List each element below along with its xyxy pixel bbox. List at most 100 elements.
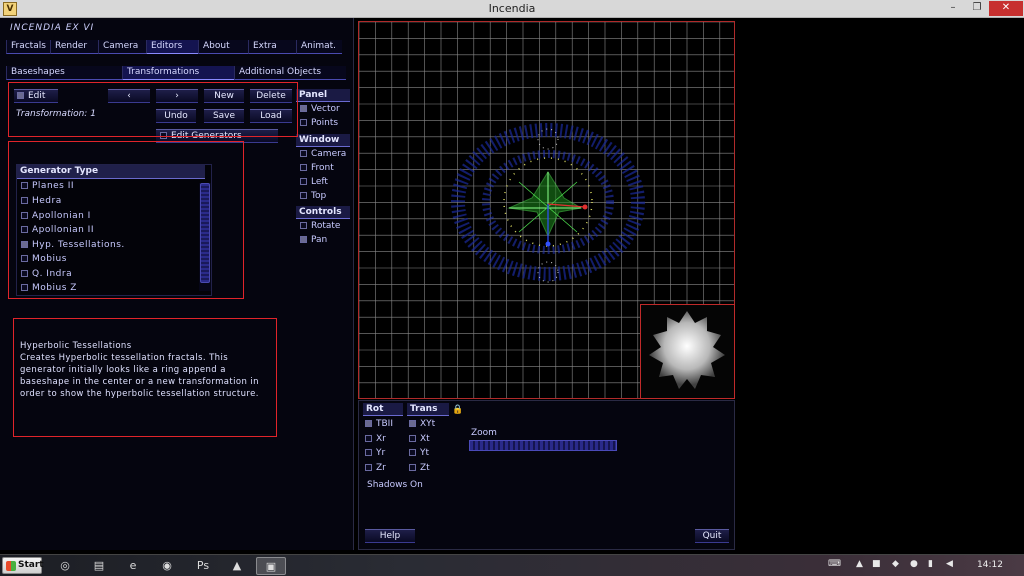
zr-checkbox[interactable]: [365, 464, 372, 471]
points-checkbox[interactable]: [300, 119, 307, 126]
list-item-label: Mobius Z: [32, 283, 77, 293]
lock-icon[interactable]: 🔒: [452, 405, 463, 415]
yt-checkbox[interactable]: [409, 449, 416, 456]
nvidia-icon[interactable]: ■: [872, 559, 881, 569]
yr-checkbox[interactable]: [365, 449, 372, 456]
volume-icon[interactable]: ◀: [946, 559, 953, 569]
list-item[interactable]: Mobius: [21, 254, 67, 264]
generator-type-list[interactable]: Generator Type Planes II Hedra Apollonia…: [16, 164, 212, 296]
list-item-checkbox[interactable]: [21, 226, 28, 233]
security-shield-icon[interactable]: ◆: [892, 559, 899, 569]
help-button[interactable]: Help: [365, 529, 415, 543]
edit-toggle[interactable]: Edit: [14, 89, 58, 103]
list-item[interactable]: Planes II: [21, 181, 74, 191]
zoom-slider[interactable]: [469, 440, 617, 451]
top-view-toggle[interactable]: Top: [300, 191, 326, 201]
firefox-icon[interactable]: ◉: [152, 557, 182, 575]
list-item[interactable]: Apollonian II: [21, 225, 94, 235]
notification-icon[interactable]: ●: [910, 559, 918, 569]
list-item-checkbox[interactable]: [21, 284, 28, 291]
pan-toggle[interactable]: Pan: [300, 235, 327, 245]
list-item[interactable]: Q. Indra: [21, 269, 72, 279]
vector-toggle[interactable]: Vector: [300, 104, 340, 114]
tab-additional-objects[interactable]: Additional Objects: [234, 66, 346, 80]
maximize-button[interactable]: ❐: [966, 1, 988, 16]
list-item[interactable]: Hyp. Tessellations.: [21, 240, 125, 250]
zt-checkbox[interactable]: [409, 464, 416, 471]
tab-baseshapes[interactable]: Baseshapes: [6, 66, 122, 80]
undo-button[interactable]: Undo: [156, 109, 196, 123]
pan-label: Pan: [311, 235, 328, 245]
start-button[interactable]: Start: [2, 557, 44, 574]
list-item-checkbox[interactable]: [21, 197, 28, 204]
shadows-status: Shadows On: [367, 480, 423, 490]
vector-checkbox[interactable]: [300, 105, 307, 112]
network-icon[interactable]: ▮: [928, 559, 933, 569]
yr-toggle[interactable]: Yr: [365, 448, 385, 458]
internet-explorer-icon[interactable]: e: [118, 557, 148, 575]
xr-toggle[interactable]: Xr: [365, 434, 386, 444]
xyt-toggle[interactable]: XYt: [409, 419, 435, 429]
transformation-index: Transformation: 1: [16, 109, 96, 119]
front-view-toggle[interactable]: Front: [300, 163, 334, 173]
yt-toggle[interactable]: Yt: [409, 448, 429, 458]
new-button[interactable]: New: [204, 89, 244, 103]
xr-checkbox[interactable]: [365, 435, 372, 442]
list-item-checkbox[interactable]: [21, 182, 28, 189]
list-item[interactable]: Apollonian I: [21, 211, 91, 221]
close-button[interactable]: ✕: [989, 1, 1023, 16]
list-item[interactable]: Mobius Z: [21, 283, 77, 293]
tab-render[interactable]: Render: [50, 40, 98, 54]
front-view-checkbox[interactable]: [300, 164, 307, 171]
render-preview[interactable]: [640, 304, 735, 399]
tbii-checkbox[interactable]: [365, 420, 372, 427]
minimize-button[interactable]: –: [942, 1, 964, 16]
tab-about[interactable]: About: [198, 40, 248, 54]
xyt-checkbox[interactable]: [409, 420, 416, 427]
rotate-toggle[interactable]: Rotate: [300, 221, 340, 231]
list-item-checkbox[interactable]: [21, 241, 28, 248]
zr-toggle[interactable]: Zr: [365, 463, 386, 473]
edit-generators-toggle[interactable]: Edit Generators: [156, 129, 278, 143]
tab-fractals[interactable]: Fractals: [6, 40, 50, 54]
points-toggle[interactable]: Points: [300, 118, 338, 128]
rotate-checkbox[interactable]: [300, 222, 307, 229]
list-item[interactable]: Hedra: [21, 196, 62, 206]
save-button[interactable]: Save: [204, 109, 244, 123]
xt-checkbox[interactable]: [409, 435, 416, 442]
quit-button[interactable]: Quit: [695, 529, 729, 543]
show-hidden-icons-icon[interactable]: ▲: [856, 559, 863, 569]
delete-button[interactable]: Delete: [250, 89, 292, 103]
top-view-checkbox[interactable]: [300, 192, 307, 199]
start-label: Start: [18, 560, 44, 570]
next-transform-button[interactable]: ›: [156, 89, 198, 103]
list-scrollbar-thumb[interactable]: [200, 183, 210, 283]
xt-toggle[interactable]: Xt: [409, 434, 430, 444]
tab-animat[interactable]: Animat.: [296, 40, 342, 54]
camera-view-checkbox[interactable]: [300, 150, 307, 157]
folder-icon[interactable]: ▤: [84, 557, 114, 575]
sub-tab-bar: Baseshapes Transformations Additional Ob…: [6, 66, 346, 80]
list-item-checkbox[interactable]: [21, 255, 28, 262]
taskbar: Start ◎ ▤ e ◉ Ps ▲ ▣ ⌨ ▲ ■ ◆ ● ▮ ◀ 14:12: [0, 554, 1024, 576]
list-item-checkbox[interactable]: [21, 270, 28, 277]
list-item-checkbox[interactable]: [21, 212, 28, 219]
tbii-toggle[interactable]: TBII: [365, 419, 393, 429]
camera-view-toggle[interactable]: Camera: [300, 149, 346, 159]
keyboard-icon[interactable]: ⌨: [828, 559, 841, 569]
tab-camera[interactable]: Camera: [98, 40, 146, 54]
load-button[interactable]: Load: [250, 109, 292, 123]
tab-transformations[interactable]: Transformations: [122, 66, 234, 80]
left-view-toggle[interactable]: Left: [300, 177, 328, 187]
left-view-checkbox[interactable]: [300, 178, 307, 185]
incendia-icon[interactable]: ▣: [256, 557, 286, 575]
tab-editors[interactable]: Editors: [146, 40, 198, 54]
paint-icon[interactable]: ▲: [222, 557, 252, 575]
zt-toggle[interactable]: Zt: [409, 463, 430, 473]
photoshop-icon[interactable]: Ps: [188, 557, 218, 575]
previous-transform-button[interactable]: ‹: [108, 89, 150, 103]
pan-checkbox[interactable]: [300, 236, 307, 243]
tab-extra[interactable]: Extra: [248, 40, 296, 54]
chrome-icon[interactable]: ◎: [50, 557, 80, 575]
taskbar-clock[interactable]: 14:12: [972, 557, 1008, 574]
